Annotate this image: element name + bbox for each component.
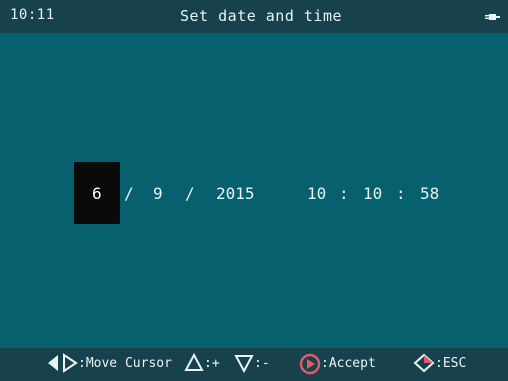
time-separator: : bbox=[339, 184, 349, 203]
plug-icon bbox=[485, 14, 500, 20]
date-time-editor: 6 / 9 / 2015 10 : 10 : 58 bbox=[0, 162, 508, 224]
page-title: Set date and time bbox=[180, 7, 343, 25]
status-bar: 10:11 Set date and time bbox=[0, 0, 508, 33]
day-field[interactable]: 6 bbox=[74, 162, 120, 224]
play-circle-icon bbox=[299, 353, 321, 375]
hour-field[interactable]: 10 bbox=[307, 184, 326, 203]
second-field[interactable]: 58 bbox=[420, 184, 439, 203]
year-field[interactable]: 2015 bbox=[216, 184, 255, 203]
left-right-diamond-icon bbox=[48, 353, 78, 373]
decrease-label: :- bbox=[254, 356, 270, 371]
help-bar: :Move Cursor :+ :- :Accept :ESC bbox=[0, 348, 508, 381]
clock-time: 10:11 bbox=[10, 7, 55, 23]
triangle-up-icon bbox=[184, 353, 204, 371]
move-cursor-label: :Move Cursor bbox=[78, 356, 172, 371]
day-value: 6 bbox=[92, 184, 102, 203]
month-field[interactable]: 9 bbox=[153, 184, 163, 203]
date-time-screen: 10:11 Set date and time 6 / 9 / 2015 10 … bbox=[0, 0, 508, 381]
increase-label: :+ bbox=[204, 356, 220, 371]
minute-field[interactable]: 10 bbox=[363, 184, 382, 203]
esc-label: :ESC bbox=[435, 356, 467, 371]
date-separator: / bbox=[185, 184, 195, 203]
time-separator: : bbox=[396, 184, 406, 203]
date-separator: / bbox=[124, 184, 134, 203]
triangle-down-icon bbox=[234, 355, 254, 373]
diamond-icon bbox=[413, 353, 435, 373]
accept-label: :Accept bbox=[321, 356, 376, 371]
